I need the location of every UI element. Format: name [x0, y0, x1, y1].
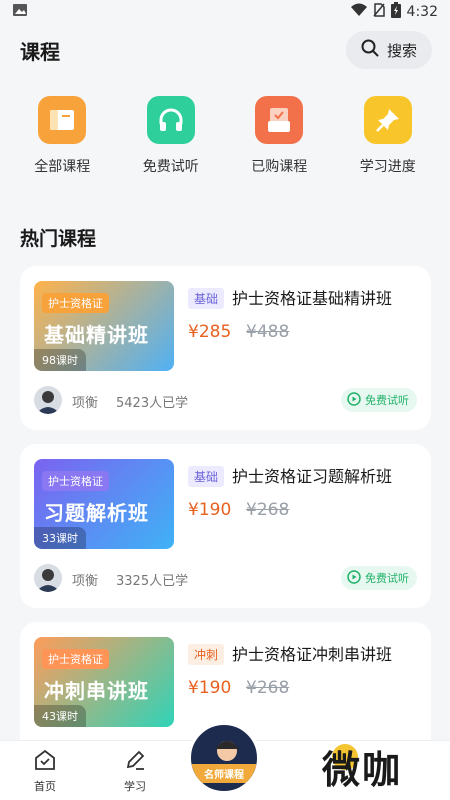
course-name: 护士资格证冲刺串讲班 — [232, 645, 393, 664]
pencil-icon — [124, 749, 146, 774]
search-icon — [361, 39, 379, 61]
level-badge: 基础 — [188, 466, 225, 487]
status-bar: 4:32 — [0, 0, 450, 24]
cover-lessons: 43课时 — [34, 705, 86, 727]
quick-purchased[interactable]: 已购课程 — [231, 96, 327, 176]
header: 课程 搜索 — [0, 24, 450, 76]
tab-label: 首页 — [34, 780, 56, 793]
tab-study[interactable]: 学习 — [90, 741, 180, 800]
course-cover: 护士资格证 冲刺串讲班 43课时 — [34, 637, 174, 727]
course-cover: 护士资格证 基础精讲班 98课时 — [34, 281, 174, 371]
learner-count: 3325人已学 — [116, 574, 189, 589]
course-old-price: ¥268 — [246, 500, 290, 520]
no-sim-icon — [372, 3, 385, 21]
cover-tag: 护士资格证 — [42, 471, 109, 491]
image-notification-icon — [12, 3, 28, 21]
course-old-price: ¥488 — [246, 322, 290, 342]
free-trial-button[interactable]: 免费试听 — [341, 388, 417, 412]
free-trial-label: 免费试听 — [365, 394, 409, 407]
quick-label: 全部课程 — [34, 159, 91, 175]
free-trial-button[interactable]: 免费试听 — [341, 566, 417, 590]
cover-lessons: 98课时 — [34, 349, 86, 371]
course-price: ¥285 — [188, 322, 232, 342]
search-button[interactable]: 搜索 — [346, 31, 432, 69]
tab-home[interactable]: 首页 — [0, 741, 90, 800]
quick-free-trial[interactable]: 免费试听 — [123, 96, 219, 176]
course-card[interactable]: 护士资格证 习题解析班 33课时 基础 护士资格证习题解析班 ¥190 ¥268… — [20, 444, 431, 608]
avatar — [34, 564, 62, 592]
teacher-name: 项衡 — [72, 396, 99, 411]
cover-title: 冲刺串讲班 — [44, 679, 149, 703]
play-circle-icon — [347, 569, 361, 587]
center-badge-label: 名师课程 — [191, 764, 257, 783]
course-old-price: ¥268 — [246, 678, 290, 698]
battery-icon — [390, 2, 401, 22]
teacher-name: 项衡 — [72, 574, 99, 589]
quick-progress[interactable]: 学习进度 — [340, 96, 436, 176]
level-badge: 基础 — [188, 288, 225, 309]
course-name: 护士资格证习题解析班 — [232, 467, 393, 486]
quick-label: 已购课程 — [251, 159, 308, 175]
play-circle-icon — [347, 391, 361, 409]
course-price: ¥190 — [188, 678, 232, 698]
wifi-icon — [350, 3, 367, 21]
cover-tag: 护士资格证 — [42, 649, 109, 669]
avatar — [34, 386, 62, 414]
search-label: 搜索 — [386, 41, 417, 60]
pushpin-icon — [363, 96, 412, 144]
cover-lessons: 33课时 — [34, 527, 86, 549]
book-icon — [38, 96, 87, 144]
course-price: ¥190 — [188, 500, 232, 520]
learner-count: 5423人已学 — [116, 396, 189, 411]
cover-tag: 护士资格证 — [42, 293, 109, 313]
quick-all-courses[interactable]: 全部课程 — [14, 96, 110, 176]
cover-title: 习题解析班 — [44, 501, 149, 525]
quick-label: 免费试听 — [142, 159, 199, 175]
cover-title: 基础精讲班 — [44, 323, 149, 347]
watermark-logo: 微咖 — [321, 748, 402, 792]
course-card[interactable]: 护士资格证 基础精讲班 98课时 基础 护士资格证基础精讲班 ¥285 ¥488… — [20, 266, 431, 430]
status-time: 4:32 — [406, 4, 438, 20]
level-badge: 冲刺 — [188, 644, 225, 665]
quick-actions: 全部课程 免费试听 已购课程 学习进度 — [0, 76, 450, 176]
featured-teachers-badge[interactable]: 名师课程 — [188, 722, 260, 794]
section-title: 热门课程 — [20, 228, 97, 250]
course-name: 护士资格证基础精讲班 — [232, 289, 393, 308]
free-trial-label: 免费试听 — [365, 572, 409, 585]
course-cover: 护士资格证 习题解析班 33课时 — [34, 459, 174, 549]
purchased-box-icon — [255, 96, 304, 144]
headphones-icon — [146, 96, 195, 144]
quick-label: 学习进度 — [359, 159, 416, 175]
tab-label: 学习 — [124, 780, 146, 793]
page-title: 课程 — [20, 39, 60, 64]
home-icon — [34, 749, 56, 774]
